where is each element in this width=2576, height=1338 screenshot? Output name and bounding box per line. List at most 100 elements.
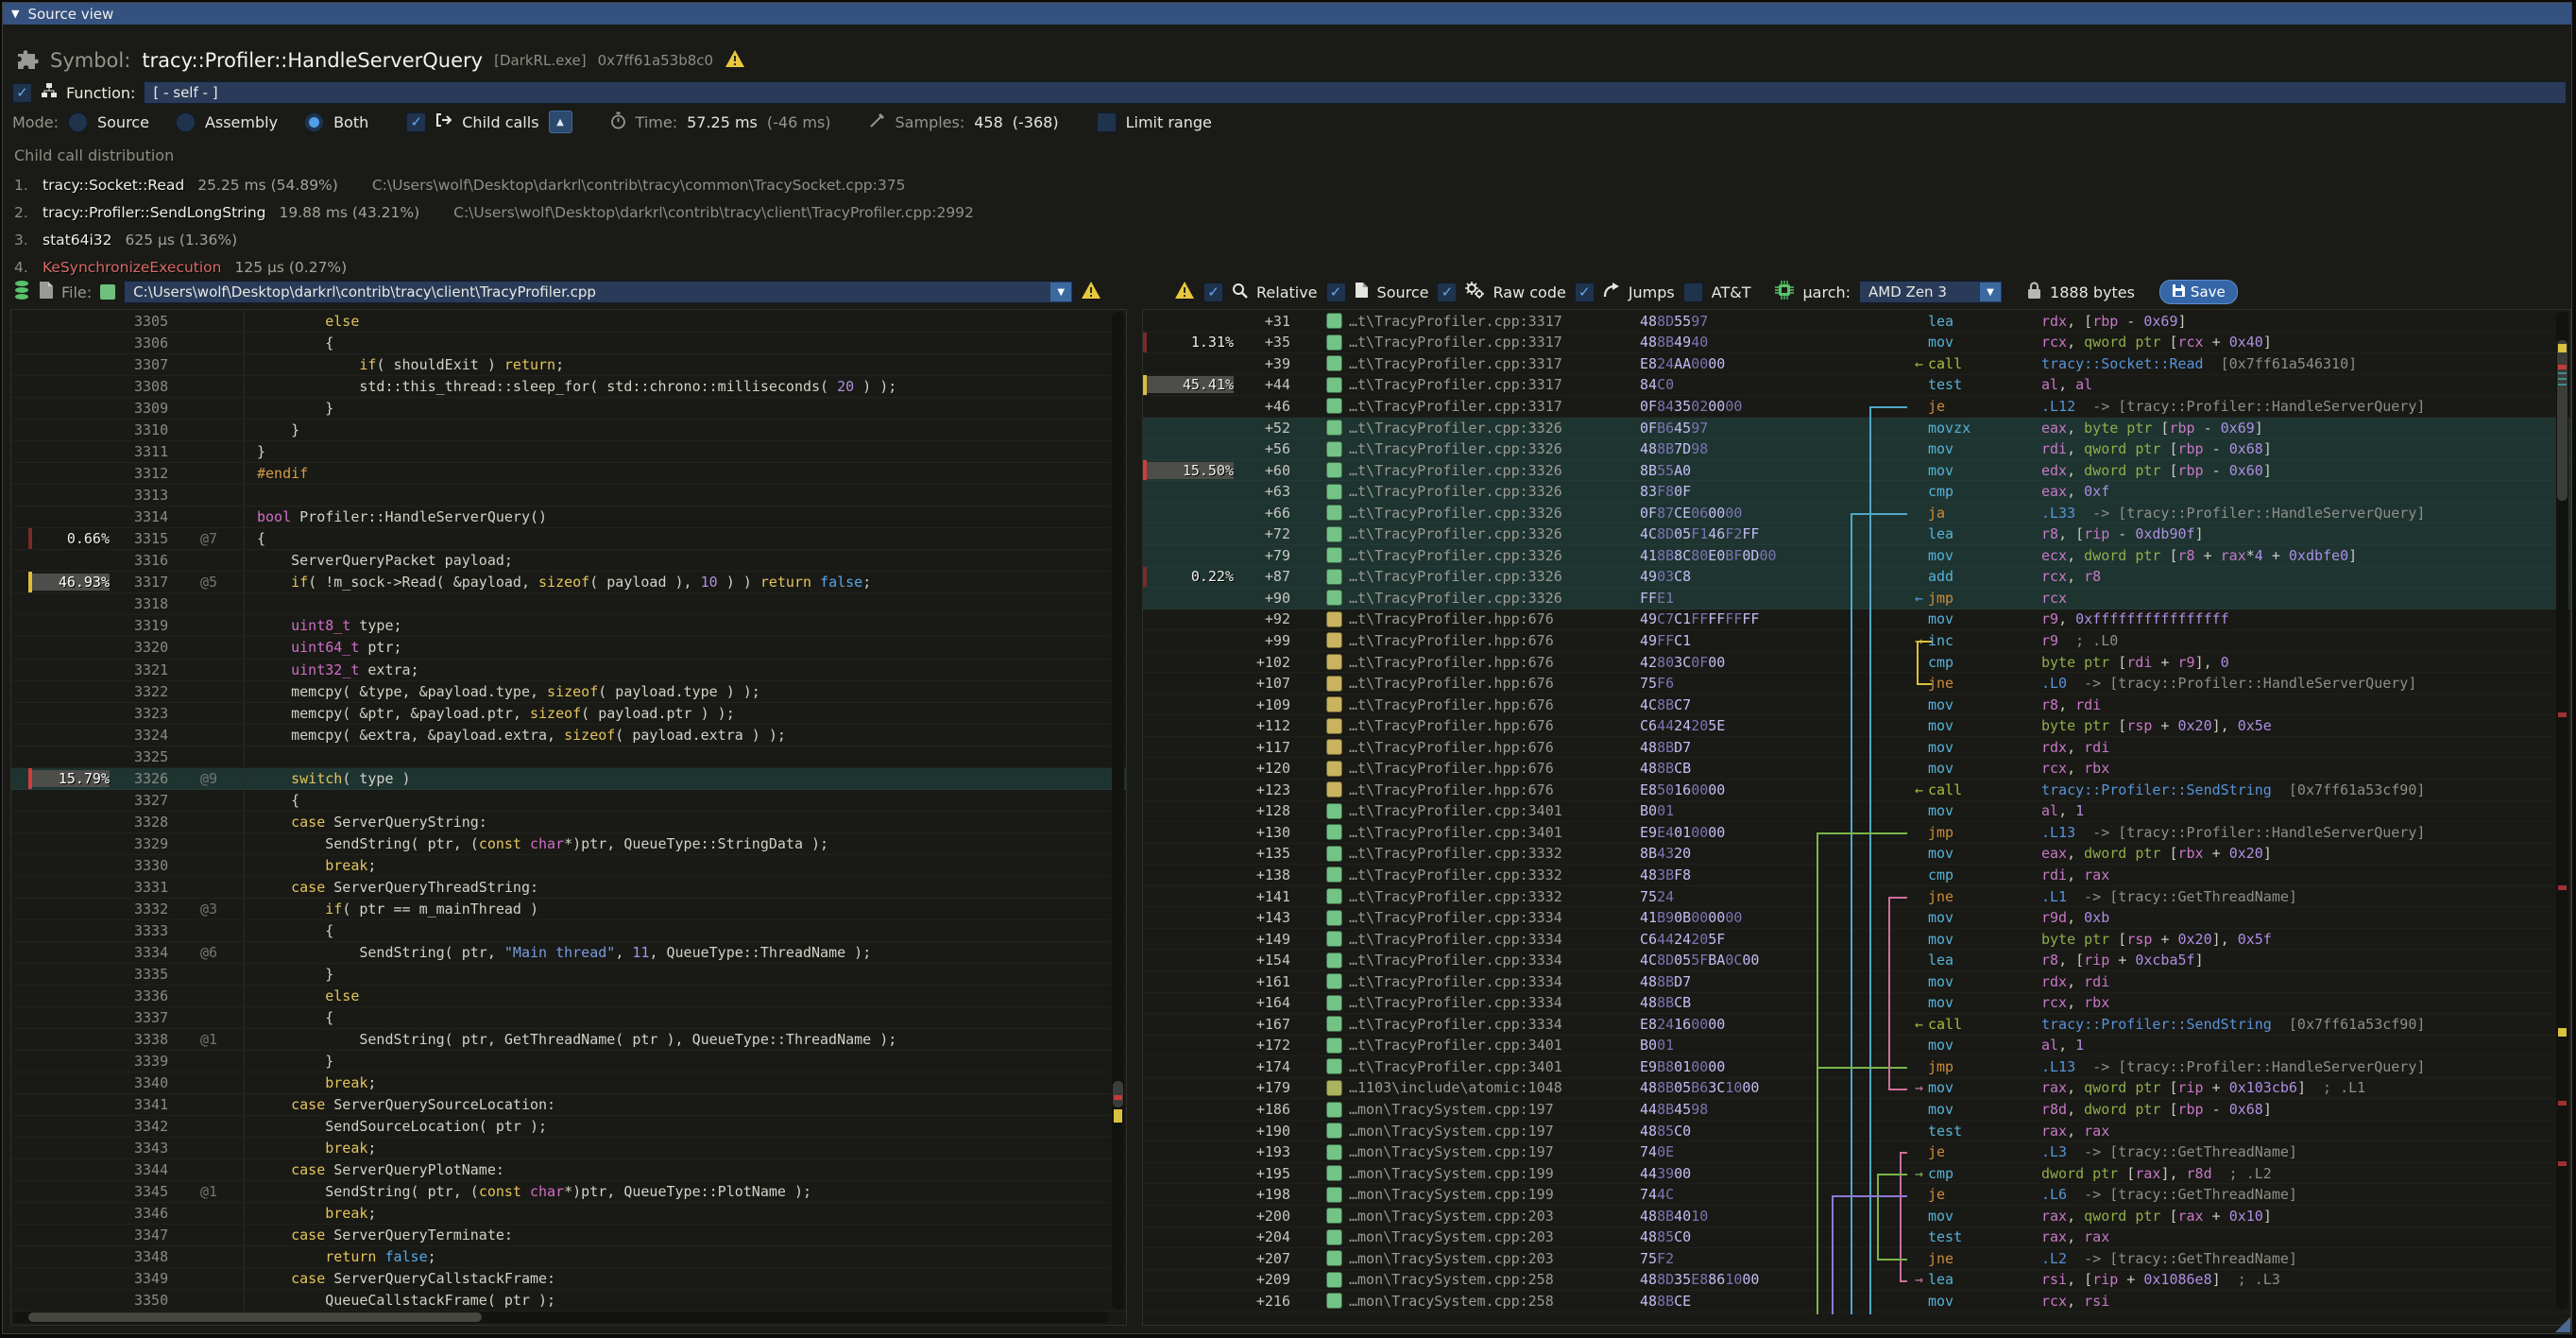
- source-line[interactable]: 3344 case ServerQueryPlotName:: [11, 1159, 1126, 1181]
- assembly-line[interactable]: +195…mon\TracySystem.cpp:199443900→cmpdw…: [1143, 1163, 2570, 1185]
- window-titlebar[interactable]: ▼ Source view: [3, 3, 2571, 25]
- assembly-line[interactable]: +63…t\TracyProfiler.cpp:332683F80Fcmpeax…: [1143, 481, 2570, 503]
- jumps-checkbox[interactable]: ✓: [1575, 283, 1595, 302]
- relative-checkbox[interactable]: ✓: [1203, 283, 1223, 302]
- source-line[interactable]: 3323 memcpy( &ptr, &payload.ptr, sizeof(…: [11, 703, 1126, 725]
- source-line[interactable]: 3318: [11, 593, 1126, 615]
- assembly-line[interactable]: +130…t\TracyProfiler.cpp:3401E9E4010000j…: [1143, 822, 2570, 844]
- assembly-line[interactable]: +123…t\TracyProfiler.hpp:676E850160000←c…: [1143, 780, 2570, 801]
- source-line[interactable]: 3305 else: [11, 311, 1126, 333]
- assembly-line[interactable]: +90…t\TracyProfiler.cpp:3326FFE1←jmprcx: [1143, 588, 2570, 609]
- source-line[interactable]: 3328 case ServerQueryString:: [11, 812, 1126, 833]
- assembly-line[interactable]: +56…t\TracyProfiler.cpp:3326488B7D98movr…: [1143, 438, 2570, 460]
- assembly-line[interactable]: +72…t\TracyProfiler.cpp:33264C8D05F146F2…: [1143, 523, 2570, 545]
- source-line[interactable]: 3322 memcpy( &type, &payload.type, sizeo…: [11, 681, 1126, 703]
- att-checkbox[interactable]: ✓: [1683, 283, 1703, 302]
- source-vertical-scrollbar[interactable]: [1112, 312, 1124, 1310]
- assembly-line[interactable]: +190…mon\TracySystem.cpp:1974885C0testra…: [1143, 1121, 2570, 1142]
- assembly-line[interactable]: +216…mon\TracySystem.cpp:258488BCEmovrcx…: [1143, 1291, 2570, 1312]
- source-line[interactable]: 3314bool Profiler::HandleServerQuery(): [11, 506, 1126, 528]
- source-line[interactable]: 3337 {: [11, 1007, 1126, 1029]
- assembly-line[interactable]: +204…mon\TracySystem.cpp:2034885C0testra…: [1143, 1227, 2570, 1249]
- assembly-line[interactable]: +79…t\TracyProfiler.cpp:3326418B8C80E0BF…: [1143, 545, 2570, 567]
- child-call-entry[interactable]: 4.KeSynchronizeExecution125 µs (0.27%): [14, 253, 1903, 281]
- source-line[interactable]: 3325: [11, 746, 1126, 768]
- radio-both[interactable]: [304, 112, 324, 132]
- raw-code-checkbox[interactable]: ✓: [1437, 283, 1457, 302]
- assembly-line[interactable]: +117…t\TracyProfiler.hpp:676488BD7movrdx…: [1143, 737, 2570, 759]
- assembly-line[interactable]: +164…t\TracyProfiler.cpp:3334488BCBmovrc…: [1143, 993, 2570, 1015]
- source-line[interactable]: 3324 memcpy( &extra, &payload.extra, siz…: [11, 725, 1126, 746]
- source-line[interactable]: 3342 SendSourceLocation( ptr );: [11, 1116, 1126, 1138]
- scrollbar-handle[interactable]: [1113, 1081, 1123, 1107]
- source-line[interactable]: 46.93%3317@5 if( !m_sock->Read( &payload…: [11, 572, 1126, 593]
- assembly-line[interactable]: +92…t\TracyProfiler.hpp:67649C7C1FFFFFFF…: [1143, 609, 2570, 631]
- assembly-line[interactable]: +52…t\TracyProfiler.cpp:33260FB64597movz…: [1143, 418, 2570, 439]
- child-call-entry[interactable]: 3.stat64i32625 µs (1.36%): [14, 226, 1903, 253]
- child-calls-checkbox[interactable]: ✓: [406, 112, 426, 132]
- source-line[interactable]: 3341 case ServerQuerySourceLocation:: [11, 1094, 1126, 1116]
- uarch-combo[interactable]: AMD Zen 3 ▼: [1859, 281, 2003, 303]
- assembly-line[interactable]: 45.41%+44…t\TracyProfiler.cpp:331784C0te…: [1143, 375, 2570, 397]
- child-call-entry[interactable]: 2.tracy::Profiler::SendLongString19.88 m…: [14, 198, 1903, 226]
- source-line[interactable]: 3346 break;: [11, 1203, 1126, 1225]
- source-line[interactable]: 3339 }: [11, 1051, 1126, 1072]
- source-line[interactable]: 3350 QueueCallstackFrame( ptr );: [11, 1290, 1126, 1312]
- assembly-line[interactable]: +102…t\TracyProfiler.hpp:67642803C0F00cm…: [1143, 652, 2570, 674]
- limit-range-checkbox[interactable]: ✓: [1097, 112, 1117, 132]
- source-line[interactable]: 3313: [11, 485, 1126, 506]
- source-line[interactable]: 3345@1 SendString( ptr, (const char*)ptr…: [11, 1181, 1126, 1203]
- assembly-line[interactable]: +141…t\TracyProfiler.cpp:33327524jne.L1 …: [1143, 886, 2570, 908]
- source-line[interactable]: 0.66%3315@7{: [11, 528, 1126, 550]
- collapse-icon[interactable]: ▼: [11, 8, 19, 20]
- source-line[interactable]: 3311}: [11, 441, 1126, 463]
- assembly-line[interactable]: +128…t\TracyProfiler.cpp:3401B001moval, …: [1143, 801, 2570, 823]
- assembly-line[interactable]: +99…t\TracyProfiler.hpp:67649FFC1→incr9 …: [1143, 630, 2570, 652]
- child-calls-sort-button[interactable]: ▲: [549, 111, 572, 133]
- scrollbar-handle[interactable]: [28, 1312, 482, 1322]
- assembly-line[interactable]: +198…mon\TracySystem.cpp:199744Cje.L6 ->…: [1143, 1184, 2570, 1206]
- function-checkbox[interactable]: ✓: [12, 83, 32, 103]
- source-line[interactable]: 3307 if( shouldExit ) return;: [11, 354, 1126, 376]
- source-line[interactable]: 3329 SendString( ptr, (const char*)ptr, …: [11, 833, 1126, 855]
- assembly-line[interactable]: +39…t\TracyProfiler.cpp:3317E824AA0000←c…: [1143, 353, 2570, 375]
- file-combo-arrow-icon[interactable]: ▼: [1050, 283, 1071, 301]
- assembly-line[interactable]: 1.31%+35…t\TracyProfiler.cpp:3317488B494…: [1143, 333, 2570, 354]
- source-line[interactable]: 15.79%3326@9 switch( type ): [11, 768, 1126, 790]
- radio-source[interactable]: [68, 112, 88, 132]
- source-line[interactable]: 3306 {: [11, 333, 1126, 354]
- source-line[interactable]: 3319 uint8_t type;: [11, 615, 1126, 637]
- source-checkbox[interactable]: ✓: [1326, 283, 1346, 302]
- child-call-entry[interactable]: 1.tracy::Socket::Read25.25 ms (54.89%)C:…: [14, 171, 1903, 198]
- assembly-line[interactable]: +109…t\TracyProfiler.hpp:6764C8BC7movr8,…: [1143, 695, 2570, 716]
- assembly-line[interactable]: +66…t\TracyProfiler.cpp:33260F87CE060000…: [1143, 503, 2570, 524]
- assembly-line[interactable]: +135…t\TracyProfiler.cpp:33328B4320movea…: [1143, 844, 2570, 866]
- source-line[interactable]: 3308 std::this_thread::sleep_for( std::c…: [11, 376, 1126, 398]
- source-line[interactable]: 3309 }: [11, 398, 1126, 420]
- source-line[interactable]: 3330 break;: [11, 855, 1126, 877]
- source-line[interactable]: 3343 break;: [11, 1138, 1126, 1159]
- source-line[interactable]: 3340 break;: [11, 1072, 1126, 1094]
- source-line[interactable]: 3320 uint64_t ptr;: [11, 637, 1126, 659]
- file-combo[interactable]: C:\Users\wolf\Desktop\darkrl\contrib\tra…: [124, 281, 1073, 303]
- assembly-line[interactable]: +107…t\TracyProfiler.hpp:67675F6jne.L0 -…: [1143, 673, 2570, 695]
- source-line[interactable]: 3338@1 SendString( ptr, GetThreadName( p…: [11, 1029, 1126, 1051]
- assembly-line[interactable]: +193…mon\TracySystem.cpp:197740Eje.L3 ->…: [1143, 1141, 2570, 1163]
- source-line[interactable]: 3327 {: [11, 790, 1126, 812]
- assembly-line[interactable]: +149…t\TracyProfiler.cpp:3334C64424205Fm…: [1143, 929, 2570, 951]
- uarch-combo-arrow-icon[interactable]: ▼: [1980, 283, 2001, 301]
- assembly-line[interactable]: +200…mon\TracySystem.cpp:203488B4010movr…: [1143, 1206, 2570, 1227]
- source-line[interactable]: 3347 case ServerQueryTerminate:: [11, 1225, 1126, 1246]
- assembly-line[interactable]: +209…mon\TracySystem.cpp:258488D35E88610…: [1143, 1270, 2570, 1292]
- assembly-line[interactable]: +167…t\TracyProfiler.cpp:3334E824160000←…: [1143, 1014, 2570, 1036]
- source-line[interactable]: 3316 ServerQueryPacket payload;: [11, 550, 1126, 572]
- assembly-line[interactable]: +120…t\TracyProfiler.hpp:676488BCBmovrcx…: [1143, 758, 2570, 780]
- source-line[interactable]: 3333 {: [11, 920, 1126, 942]
- assembly-line[interactable]: +179…1103\include\atomic:1048488B05B63C1…: [1143, 1078, 2570, 1100]
- function-combo[interactable]: [ - self - ]: [144, 81, 2567, 104]
- assembly-line[interactable]: +161…t\TracyProfiler.cpp:3334488BD7movrd…: [1143, 971, 2570, 993]
- assembly-line[interactable]: +186…mon\TracySystem.cpp:197448B4598movr…: [1143, 1099, 2570, 1121]
- source-line[interactable]: 3310 }: [11, 420, 1126, 441]
- assembly-line[interactable]: +207…mon\TracySystem.cpp:20375F2jne.L2 -…: [1143, 1248, 2570, 1270]
- assembly-line[interactable]: +174…t\TracyProfiler.cpp:3401E9B8010000j…: [1143, 1056, 2570, 1078]
